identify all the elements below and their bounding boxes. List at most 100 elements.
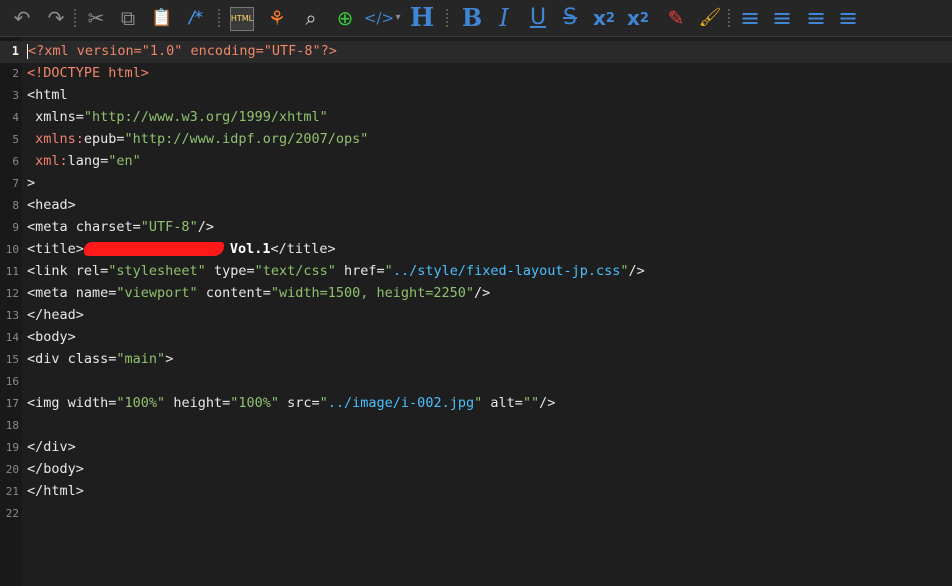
code-line[interactable]: 20 </body>	[0, 459, 952, 481]
toolbar: ↶ ↷ ✂ ⧉ 📋 /* HTML ⚘ ⌕ ⊕ </> ▾ H B I U S …	[0, 0, 952, 37]
code-text: </html>	[27, 483, 84, 499]
line-number: 9	[12, 221, 19, 234]
code-token: <!DOCTYPE html>	[27, 65, 149, 81]
strikethrough-icon[interactable]: S	[556, 4, 584, 32]
code-token: "100%"	[116, 395, 166, 411]
redo-icon[interactable]: ↷	[42, 4, 70, 32]
code-token: "en"	[108, 153, 141, 169]
line-number: 8	[12, 199, 19, 212]
code-line[interactable]: 21 </html>	[0, 481, 952, 503]
code-line[interactable]: 15 <div class="main">	[0, 349, 952, 371]
code-token: <?xml version="1.0" encoding="UTF-8"?>	[28, 43, 337, 59]
code-token: "	[384, 263, 393, 279]
code-token: "UTF-8"	[140, 219, 198, 235]
code-token: content=	[197, 285, 271, 301]
code-line[interactable]: 17 <img width="100%" height="100%" src=".…	[0, 393, 952, 415]
subscript-base: x	[593, 6, 606, 30]
paste-icon[interactable]: 📋	[148, 4, 176, 32]
insert-special-icon[interactable]: ⊕	[331, 4, 359, 32]
tulip-icon[interactable]: ⚘	[263, 4, 291, 32]
line-number: 10	[5, 243, 19, 256]
brush-icon[interactable]: 🖌	[696, 4, 724, 32]
line-number: 13	[5, 309, 19, 322]
underline-icon[interactable]: U	[524, 4, 552, 32]
justify-icon[interactable]: ≡	[834, 4, 862, 32]
code-line[interactable]: 16	[0, 371, 952, 393]
chevron-down-icon[interactable]: ▾	[392, 4, 404, 32]
superscript-sup: 2	[639, 10, 649, 26]
copy-icon[interactable]: ⧉	[114, 4, 142, 32]
code-line[interactable]: 1 <?xml version="1.0" encoding="UTF-8"?>	[0, 41, 952, 63]
code-token: <link rel=	[27, 263, 109, 279]
italic-icon[interactable]: I	[490, 4, 518, 32]
align-left-icon[interactable]: ≡	[736, 4, 764, 32]
code-text: xmlns:epub="http://www.idpf.org/2007/ops…	[27, 131, 368, 147]
toolbar-separator	[728, 9, 732, 27]
line-number: 4	[12, 111, 19, 124]
code-line[interactable]: 7 >	[0, 173, 952, 195]
code-line[interactable]: 4 xmlns="http://www.w3.org/1999/xhtml"	[0, 107, 952, 129]
code-line[interactable]: 9 <meta charset="UTF-8"/>	[0, 217, 952, 239]
code-token: lang=	[67, 153, 109, 169]
code-line[interactable]: 11 <link rel="stylesheet" type="text/css"…	[0, 261, 952, 283]
code-token: ../image/i-002.jpg	[327, 395, 475, 411]
code-line[interactable]: 6 xml:lang="en"	[0, 151, 952, 173]
code-text: </body>	[27, 461, 84, 477]
code-token: "http://www.idpf.org/2007/ops"	[124, 131, 369, 147]
code-token: />	[539, 395, 556, 411]
superscript-base: x	[627, 6, 640, 30]
code-token: height=	[165, 395, 231, 411]
code-token: <title>	[27, 241, 84, 257]
line-number: 5	[12, 133, 19, 146]
bold-icon[interactable]: B	[458, 4, 486, 32]
code-text: >	[27, 175, 35, 191]
code-line[interactable]: 13 </head>	[0, 305, 952, 327]
code-token: alt=	[482, 395, 523, 411]
undo-icon[interactable]: ↶	[8, 4, 36, 32]
code-text: xml:lang="en"	[27, 153, 141, 169]
code-line[interactable]: 5 xmlns:epub="http://www.idpf.org/2007/o…	[0, 129, 952, 151]
code-line[interactable]: 10 <title> Vol.1</title>	[0, 239, 952, 261]
align-right-icon[interactable]: ≡	[802, 4, 830, 32]
toolbar-separator	[74, 9, 78, 27]
code-line[interactable]: 18	[0, 415, 952, 437]
code-token: xml:	[27, 153, 68, 169]
code-token: <img width=	[27, 395, 117, 411]
code-token: "http://www.w3.org/1999/xhtml"	[83, 109, 328, 125]
code-line[interactable]: 14 <body>	[0, 327, 952, 349]
marker-icon[interactable]: ✎	[662, 4, 690, 32]
code-text: </head>	[27, 307, 84, 323]
code-line[interactable]: 19 </div>	[0, 437, 952, 459]
line-number: 11	[5, 265, 19, 278]
code-line[interactable]: 8 <head>	[0, 195, 952, 217]
code-line[interactable]: 2 <!DOCTYPE html>	[0, 63, 952, 85]
comment-icon[interactable]: /*	[182, 4, 210, 32]
line-number: 3	[12, 89, 19, 102]
code-token: "stylesheet"	[108, 263, 206, 279]
code-line[interactable]: 3 <html	[0, 85, 952, 107]
code-editor[interactable]: 1 <?xml version="1.0" encoding="UTF-8"?> 2…	[0, 37, 952, 586]
align-center-icon[interactable]: ≡	[768, 4, 796, 32]
cut-icon[interactable]: ✂	[82, 4, 110, 32]
code-icon[interactable]: </>	[364, 4, 394, 32]
line-number: 14	[5, 331, 19, 344]
code-token: "main"	[116, 351, 166, 367]
code-token: </title>	[270, 241, 336, 257]
heading-icon[interactable]: H	[408, 4, 436, 32]
html-icon[interactable]: HTML	[230, 7, 254, 31]
code-token: >	[27, 175, 36, 191]
code-token: "	[620, 263, 629, 279]
line-number: 6	[12, 155, 19, 168]
line-number: 20	[5, 463, 19, 476]
code-token: src=	[279, 395, 320, 411]
subscript-icon[interactable]: x2	[588, 4, 620, 32]
line-number: 2	[12, 67, 19, 80]
code-token: ""	[522, 395, 540, 411]
code-line[interactable]: 12 <meta name="viewport" content="width=1…	[0, 283, 952, 305]
code-line[interactable]: 22	[0, 503, 952, 525]
code-text: <?xml version="1.0" encoding="UTF-8"?>	[27, 43, 337, 59]
superscript-icon[interactable]: x2	[622, 4, 654, 32]
find-image-icon[interactable]: ⌕	[297, 4, 325, 32]
code-token: epub=	[83, 131, 125, 147]
redaction-mark	[83, 242, 224, 256]
